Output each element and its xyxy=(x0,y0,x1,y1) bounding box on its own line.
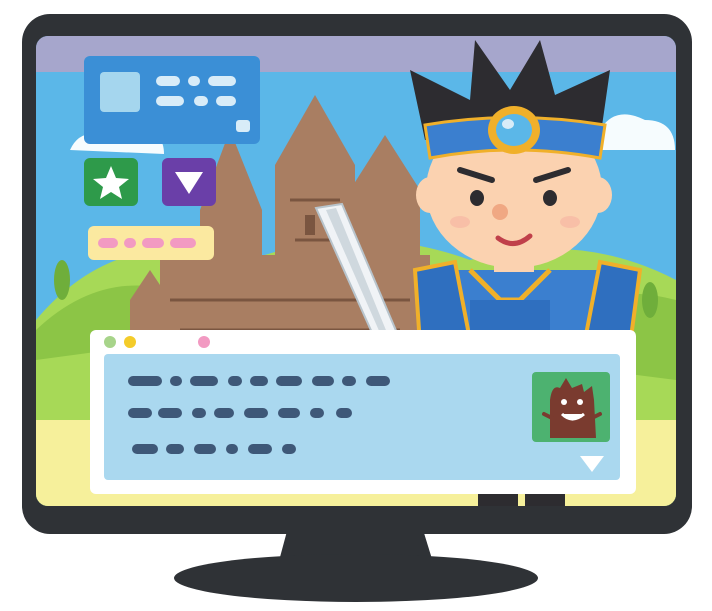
window-dot-yellow xyxy=(124,336,136,348)
monster-portrait xyxy=(532,372,610,442)
status-pill xyxy=(88,226,214,260)
down-button[interactable] xyxy=(162,158,216,206)
window-dot-pink xyxy=(198,336,210,348)
star-button[interactable] xyxy=(84,158,138,206)
game-screen-illustration xyxy=(0,0,712,611)
game-screen xyxy=(36,36,676,506)
character-portrait-slot xyxy=(100,72,140,112)
status-panel xyxy=(84,56,260,144)
dialog-window xyxy=(90,330,636,494)
window-dot-green xyxy=(104,336,116,348)
